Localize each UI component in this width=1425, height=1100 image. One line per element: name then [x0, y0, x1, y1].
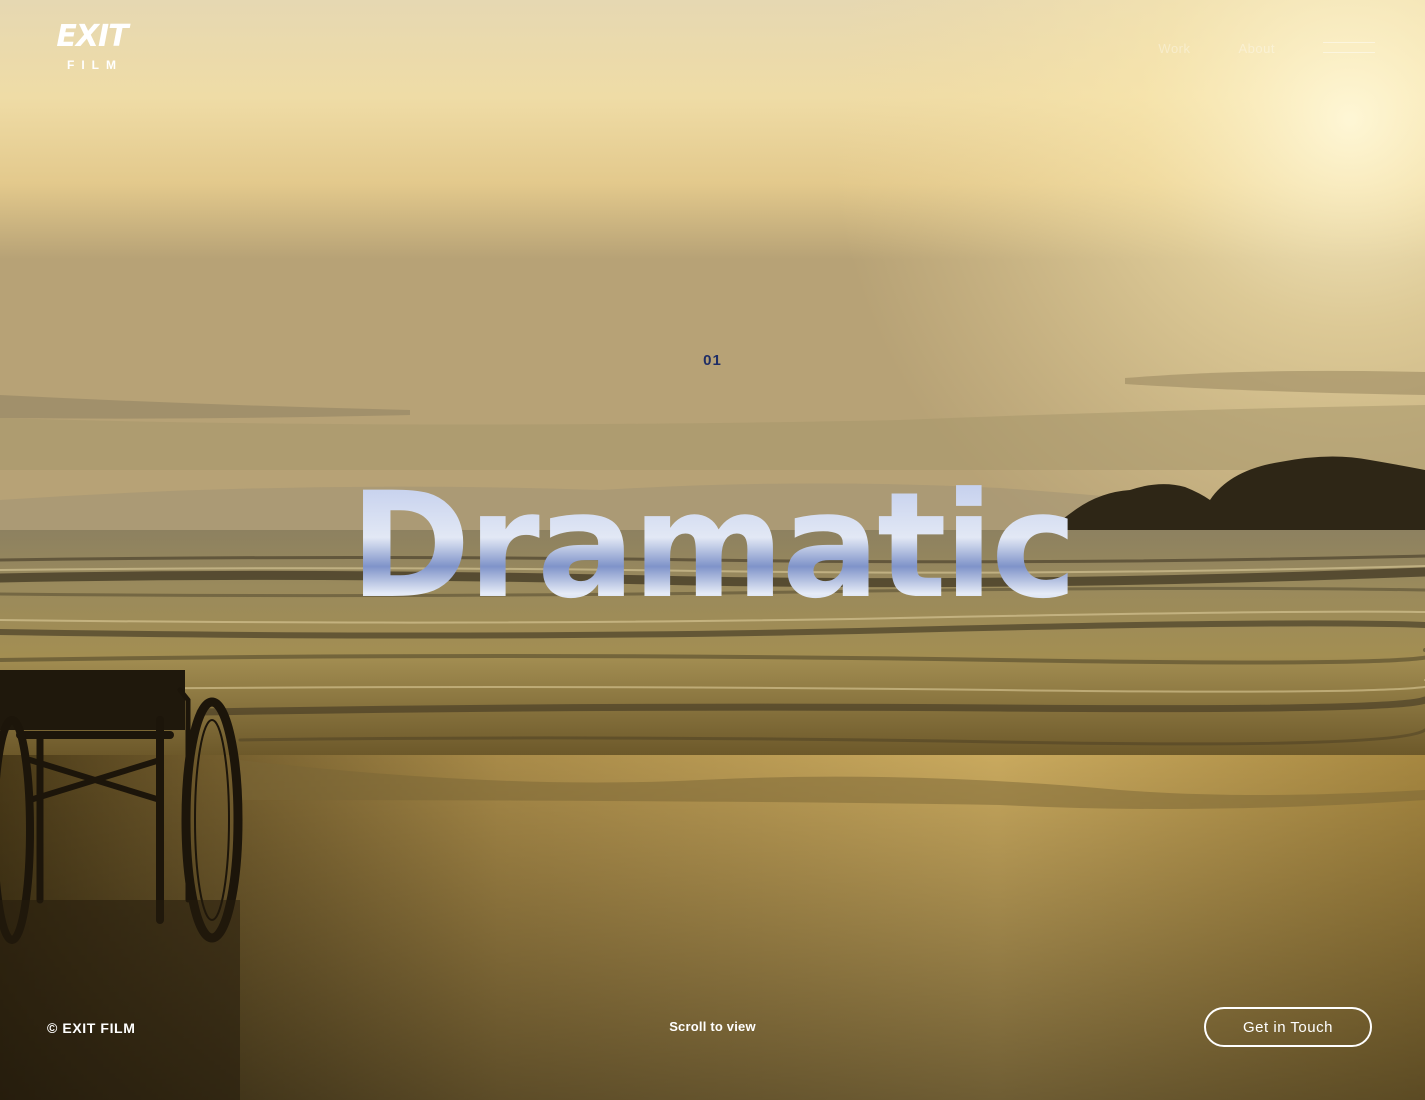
- slide-number: 01: [703, 352, 722, 369]
- menu-line-top: [1323, 42, 1375, 43]
- main-nav: Work About: [1158, 38, 1375, 58]
- menu-line-bottom: [1323, 52, 1375, 53]
- get-in-touch-button[interactable]: Get in Touch: [1204, 1007, 1372, 1047]
- logo-subtitle: FILM: [67, 58, 123, 72]
- brand-logo[interactable]: EXIT FILM: [47, 19, 137, 73]
- headline-text: Dramatic: [350, 470, 1075, 620]
- nav-link-about[interactable]: About: [1239, 41, 1275, 56]
- hero-section: EXIT FILM Work About 01 Dramatic © EXIT …: [0, 0, 1425, 1100]
- hero-headline: Dramatic: [350, 470, 1078, 620]
- hamburger-icon[interactable]: [1323, 38, 1375, 58]
- nav-link-work[interactable]: Work: [1158, 41, 1190, 56]
- logo-wordmark: EXIT: [56, 19, 128, 54]
